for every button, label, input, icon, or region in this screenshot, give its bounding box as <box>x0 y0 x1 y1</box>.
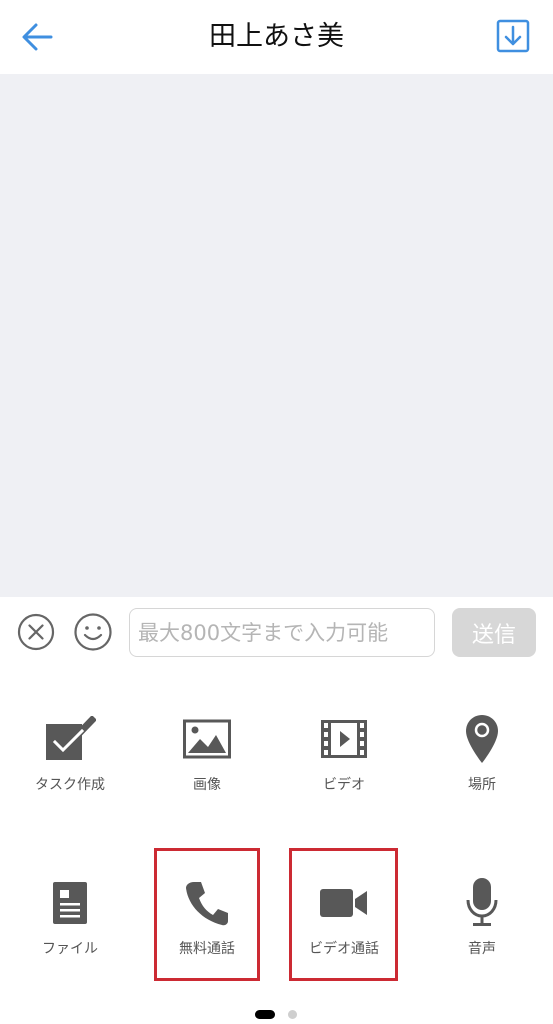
header: 田上あさ美 <box>0 0 553 74</box>
page-indicator-inactive[interactable] <box>288 1010 297 1019</box>
attach-location-button[interactable]: 場所 <box>427 714 537 814</box>
attach-video-button[interactable]: ビデオ <box>289 714 399 814</box>
download-icon <box>496 19 530 53</box>
attach-image-label: 画像 <box>193 777 221 793</box>
attach-video-label: ビデオ <box>323 777 365 793</box>
page-title: 田上あさ美 <box>209 21 344 52</box>
chat-message-area[interactable] <box>0 74 553 597</box>
attach-task-label: タスク作成 <box>35 777 105 793</box>
page-indicator-active[interactable] <box>255 1010 275 1019</box>
highlight-box-voice-call <box>154 848 260 981</box>
file-icon <box>53 882 87 924</box>
close-circle-icon <box>17 613 55 651</box>
task-check-icon <box>46 716 96 760</box>
attach-file-label: ファイル <box>42 941 98 957</box>
microphone-icon <box>466 878 498 926</box>
download-button[interactable] <box>496 19 530 53</box>
message-input-bar: 送信 <box>0 597 553 675</box>
close-attachments-button[interactable] <box>17 613 55 651</box>
attach-location-label: 場所 <box>468 777 496 793</box>
attach-task-button[interactable]: タスク作成 <box>15 714 125 814</box>
send-button[interactable]: 送信 <box>452 608 536 657</box>
image-icon <box>183 719 231 759</box>
smiley-icon <box>74 613 112 651</box>
attach-file-button[interactable]: ファイル <box>15 878 125 978</box>
attach-audio-label: 音声 <box>468 941 496 957</box>
attach-audio-button[interactable]: 音声 <box>427 878 537 978</box>
location-pin-icon <box>466 715 498 763</box>
emoji-button[interactable] <box>73 612 113 652</box>
message-input[interactable] <box>129 608 435 657</box>
highlight-box-video-call <box>289 848 398 981</box>
film-icon <box>321 720 367 758</box>
attach-image-button[interactable]: 画像 <box>152 714 262 814</box>
